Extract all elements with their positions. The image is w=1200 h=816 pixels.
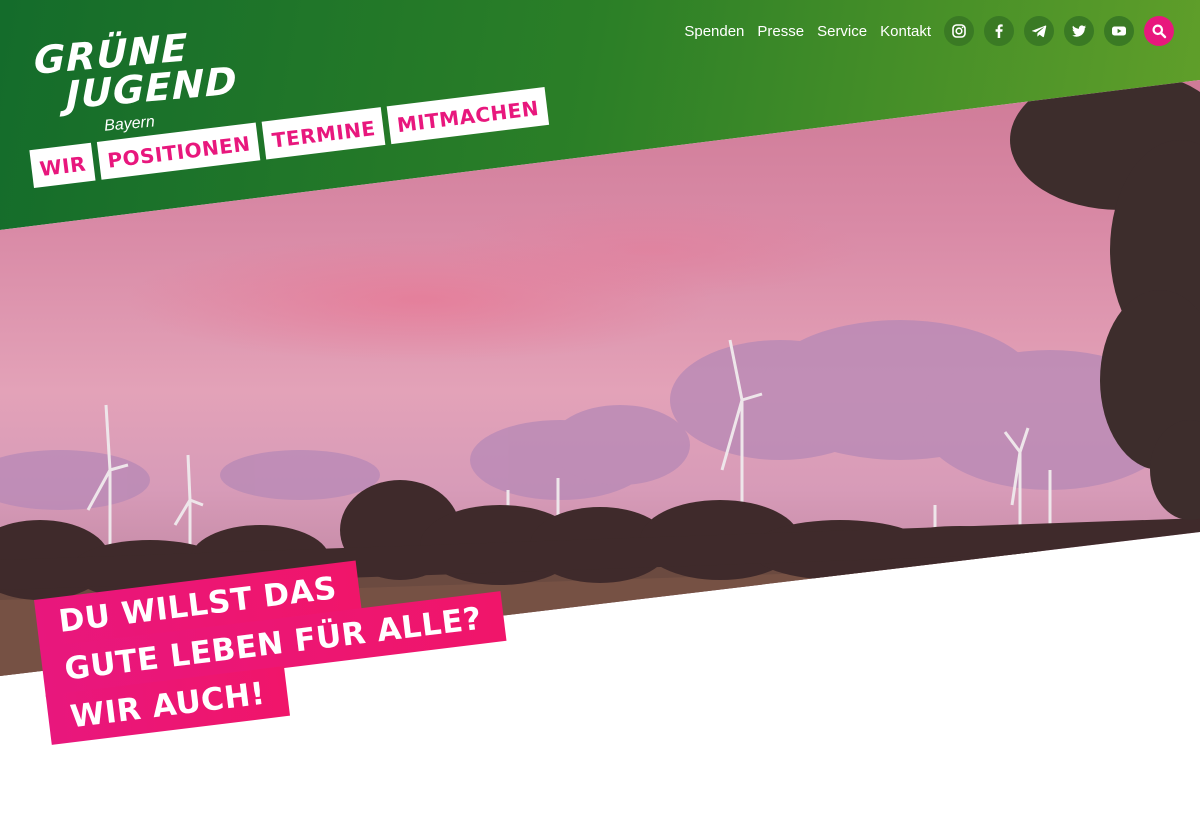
top-link-service[interactable]: Service — [817, 23, 867, 40]
telegram-button[interactable] — [1024, 16, 1054, 46]
top-navigation: Spenden Presse Service Kontakt — [684, 16, 1174, 46]
site-logo[interactable]: GRÜNE JUGEND Bayern — [34, 25, 238, 134]
nav-item-wir[interactable]: WIR — [29, 142, 96, 188]
telegram-icon — [1031, 25, 1047, 38]
facebook-button[interactable] — [984, 16, 1014, 46]
top-link-presse[interactable]: Presse — [757, 23, 804, 40]
twitter-button[interactable] — [1064, 16, 1094, 46]
instagram-button[interactable] — [944, 16, 974, 46]
top-link-kontakt[interactable]: Kontakt — [880, 23, 931, 40]
twitter-icon — [1072, 25, 1086, 37]
instagram-icon — [952, 24, 966, 38]
youtube-icon — [1112, 26, 1126, 36]
top-link-spenden[interactable]: Spenden — [684, 23, 744, 40]
clouds — [0, 320, 1180, 510]
search-button[interactable] — [1144, 16, 1174, 46]
facebook-icon — [995, 24, 1003, 38]
search-icon — [1152, 24, 1167, 39]
youtube-button[interactable] — [1104, 16, 1134, 46]
